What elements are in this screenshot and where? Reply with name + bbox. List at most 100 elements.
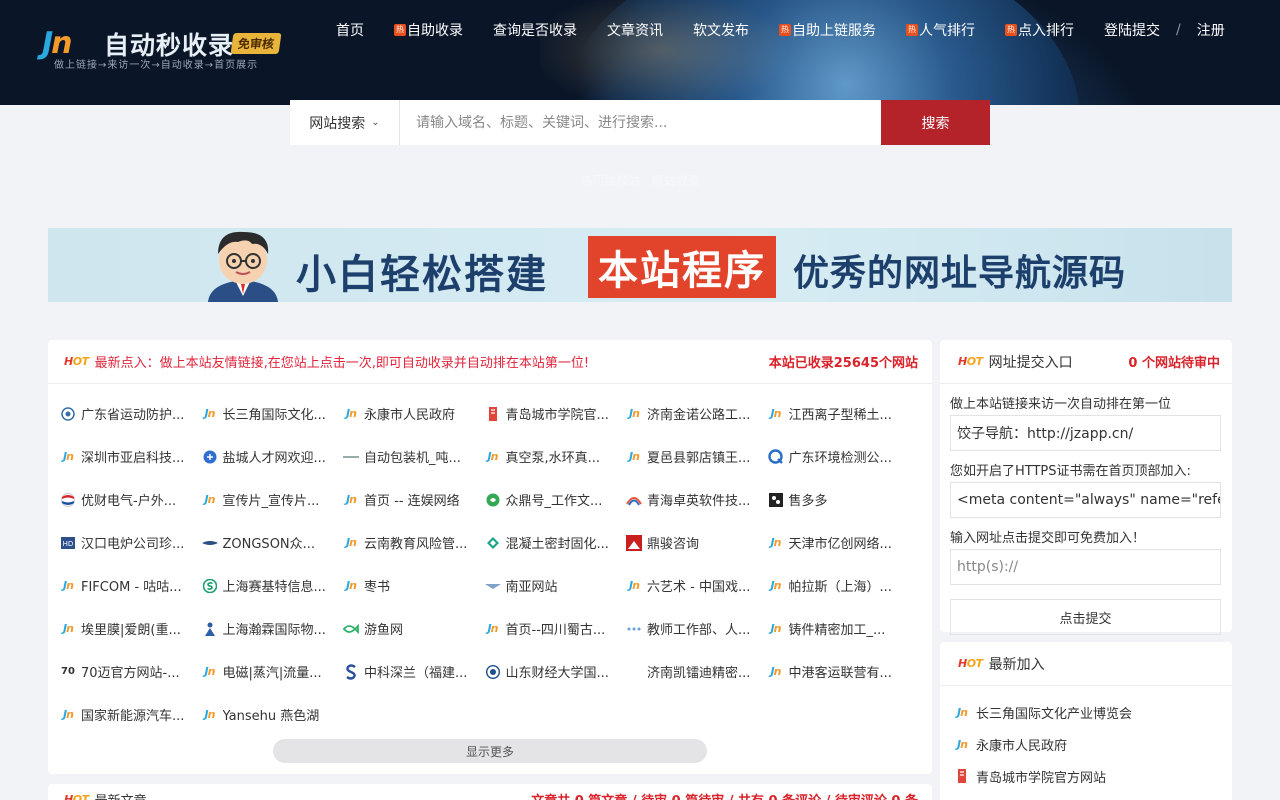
jz-icon: Jn <box>204 407 216 420</box>
site-label: 铸件精密加工_... <box>788 623 886 638</box>
site-link[interactable]: Jn 长三角国际文化... <box>202 392 344 435</box>
site-link[interactable]: 优财电气-户外... <box>60 478 202 521</box>
site-link[interactable]: 广东环境检测公... <box>767 435 910 478</box>
card-title: 网址提交入口 <box>988 354 1073 371</box>
site-link[interactable]: 青海卓英软件技... <box>626 478 768 521</box>
red-book-icon <box>954 768 970 784</box>
card-header: HOT 网址提交入口 0 个网站待审中 <box>940 340 1232 384</box>
site-link[interactable]: Jn 首页--四川蜀古... <box>485 607 627 650</box>
site-label: 青海卓英软件技... <box>647 494 751 509</box>
nav-item-7[interactable]: 热点入排行 <box>1005 20 1074 40</box>
card-title: 最新文章 <box>95 790 532 800</box>
site-label: Yansehu 燕色湖 <box>222 709 320 724</box>
search-type-select[interactable]: 网站搜索 ⌄ <box>290 100 400 145</box>
link-code-field[interactable]: 饺子导航：http://jzapp.cn/ <box>950 415 1221 451</box>
site-link[interactable]: 盐城人才网欢迎... <box>202 435 344 478</box>
submit-button[interactable]: 点击提交 <box>950 599 1221 635</box>
site-link[interactable]: Jn 宣传片_宣传片... <box>202 478 344 521</box>
site-link[interactable]: Jn 济南金诺公路工... <box>626 392 768 435</box>
site-label: 云南教育风险管... <box>364 537 468 552</box>
site-link[interactable]: 众鼎号_工作文... <box>485 478 627 521</box>
black-sq-icon <box>768 492 784 508</box>
show-more-button[interactable]: 显示更多 <box>273 739 707 763</box>
site-label: 广东省运动防护... <box>81 408 185 423</box>
site-link[interactable]: 山东财经大学国... <box>485 650 627 693</box>
site-link[interactable]: Jn 首页 -- 连娱网络 <box>343 478 485 521</box>
site-label: 夏邑县郭店镇王... <box>647 451 751 466</box>
green-fish-icon <box>343 621 359 637</box>
site-link[interactable]: 售多多 <box>768 478 910 521</box>
nav-item-4[interactable]: 软文发布 <box>693 20 749 40</box>
site-link[interactable]: Jn 六艺术 - 中国戏... <box>626 564 768 607</box>
register-link[interactable]: 注册 <box>1197 20 1225 40</box>
site-link[interactable]: Jn 夏邑县郭店镇王... <box>626 435 768 478</box>
pepsi-icon <box>60 492 76 508</box>
site-link[interactable]: Jn 国家新能源汽车... <box>60 693 202 736</box>
site-link[interactable]: 自动包装机_吨... <box>343 435 485 478</box>
nav-label: 软文发布 <box>693 23 749 39</box>
site-link[interactable]: 青岛城市学院官... <box>485 392 627 435</box>
nav-item-2[interactable]: 查询是否收录 <box>493 20 577 40</box>
site-link[interactable]: Jn 帕拉斯（上海）... <box>768 564 910 607</box>
latest-item[interactable]: Jn 长三角国际文化产业博览会 <box>954 696 1220 728</box>
jz-icon: Jn <box>63 708 74 721</box>
site-logo[interactable]: Jn 自动秒收录 免审核 做上链接→来访一次→自动收录→首页展示 <box>42 24 292 74</box>
site-link[interactable]: Jn 云南教育风险管... <box>343 521 485 564</box>
site-link[interactable]: 鼎骏咨询 <box>626 521 768 564</box>
site-link[interactable]: ZONGSON众... <box>201 521 344 564</box>
notice-text: 最新点入：做上本站友情链接,在您站上点击一次,即可自动收录并自动排在本站第一位! <box>94 356 590 371</box>
site-link[interactable]: Jn 永康市人民政府 <box>343 392 485 435</box>
site-link[interactable]: 上海赛基特信息... <box>202 564 344 607</box>
site-link[interactable]: 上海瀚霖国际物... <box>202 607 344 650</box>
site-link[interactable]: 混凝土密封固化... <box>485 521 627 564</box>
latest-item[interactable]: Jn 永康市人民政府 <box>954 728 1220 760</box>
site-link[interactable]: 济南凯镭迪精密... <box>626 650 768 693</box>
site-link[interactable]: Jn 中港客运联营有... <box>768 650 910 693</box>
nav-item-0[interactable]: 首页 <box>336 20 364 40</box>
site-header: Jn 自动秒收录 免审核 做上链接→来访一次→自动收录→首页展示 首页 热自助收录… <box>0 0 1280 105</box>
site-link[interactable]: 教师工作部、人... <box>626 607 768 650</box>
site-link[interactable]: Jn 天津市亿创网络... <box>768 521 910 564</box>
nav-item-8[interactable]: 登陆提交 <box>1104 20 1160 40</box>
search-type-value: 网站搜索 <box>309 115 366 132</box>
nav-label: 文章资讯 <box>607 23 663 39</box>
blue-s-icon <box>343 663 359 680</box>
site-link[interactable]: 中科深兰（福建... <box>343 650 485 693</box>
site-link[interactable]: Jn 电磁|蒸汽|流量... <box>202 650 344 693</box>
nav-item-5[interactable]: 热自助上链服务 <box>779 20 876 40</box>
site-link[interactable]: Jn 枣书 <box>343 564 485 607</box>
site-link[interactable]: Jn FIFCOM - 咕咕... <box>60 564 202 607</box>
nav-item-3[interactable]: 文章资讯 <box>607 20 663 40</box>
site-label: 盐城人才网欢迎... <box>222 451 326 466</box>
site-link[interactable]: Jn 江西离子型稀土... <box>768 392 910 435</box>
site-link[interactable]: HD 汉口电炉公司珍... <box>60 521 202 564</box>
chevron-down-icon: ⌄ <box>371 117 380 128</box>
site-label: 永康市人民政府 <box>364 408 456 423</box>
search-button[interactable]: 搜索 <box>881 100 990 145</box>
promo-banner[interactable]: 小白轻松搭建 本站程序 优秀的网址导航源码 <box>48 228 1232 302</box>
site-label: 首页--四川蜀古... <box>505 623 606 638</box>
latest-item[interactable]: 青岛城市学院官方网站 <box>954 760 1220 792</box>
jz-icon: Jn <box>346 536 357 549</box>
nav-label: 点入排行 <box>1018 23 1074 39</box>
site-link[interactable]: 广东省运动防护... <box>60 392 202 435</box>
site-link[interactable]: Jn 铸件精密加工_... <box>768 607 910 650</box>
grey-wing-icon <box>484 578 501 594</box>
site-link[interactable]: Jn Yansehu 燕色湖 <box>202 693 344 736</box>
url-input[interactable]: http(s):// <box>950 549 1221 585</box>
site-link[interactable]: 南亚网站 <box>484 564 627 607</box>
nav-item-6[interactable]: 热人气排行 <box>906 20 975 40</box>
search-input[interactable] <box>400 100 881 145</box>
gear-circle-icon <box>60 406 76 422</box>
meta-code-field[interactable]: <meta content="always" name="referrer"> <box>950 482 1221 518</box>
card-header: HOT 最新加入 <box>940 642 1232 686</box>
seal-icon <box>485 664 501 680</box>
site-label: 帕拉斯（上海）... <box>788 580 892 595</box>
site-link[interactable]: Jn 深圳市亚启科技... <box>60 435 202 478</box>
site-link[interactable]: 游鱼网 <box>343 607 485 650</box>
site-link[interactable]: Jn 埃里膜|爱朗(重... <box>60 607 202 650</box>
nav-item-1[interactable]: 热自助收录 <box>394 20 463 40</box>
red-sq-icon <box>626 534 642 551</box>
site-link[interactable]: 70 70迈官方网站-... <box>60 650 202 693</box>
site-link[interactable]: Jn 真空泵,水环真... <box>485 435 627 478</box>
